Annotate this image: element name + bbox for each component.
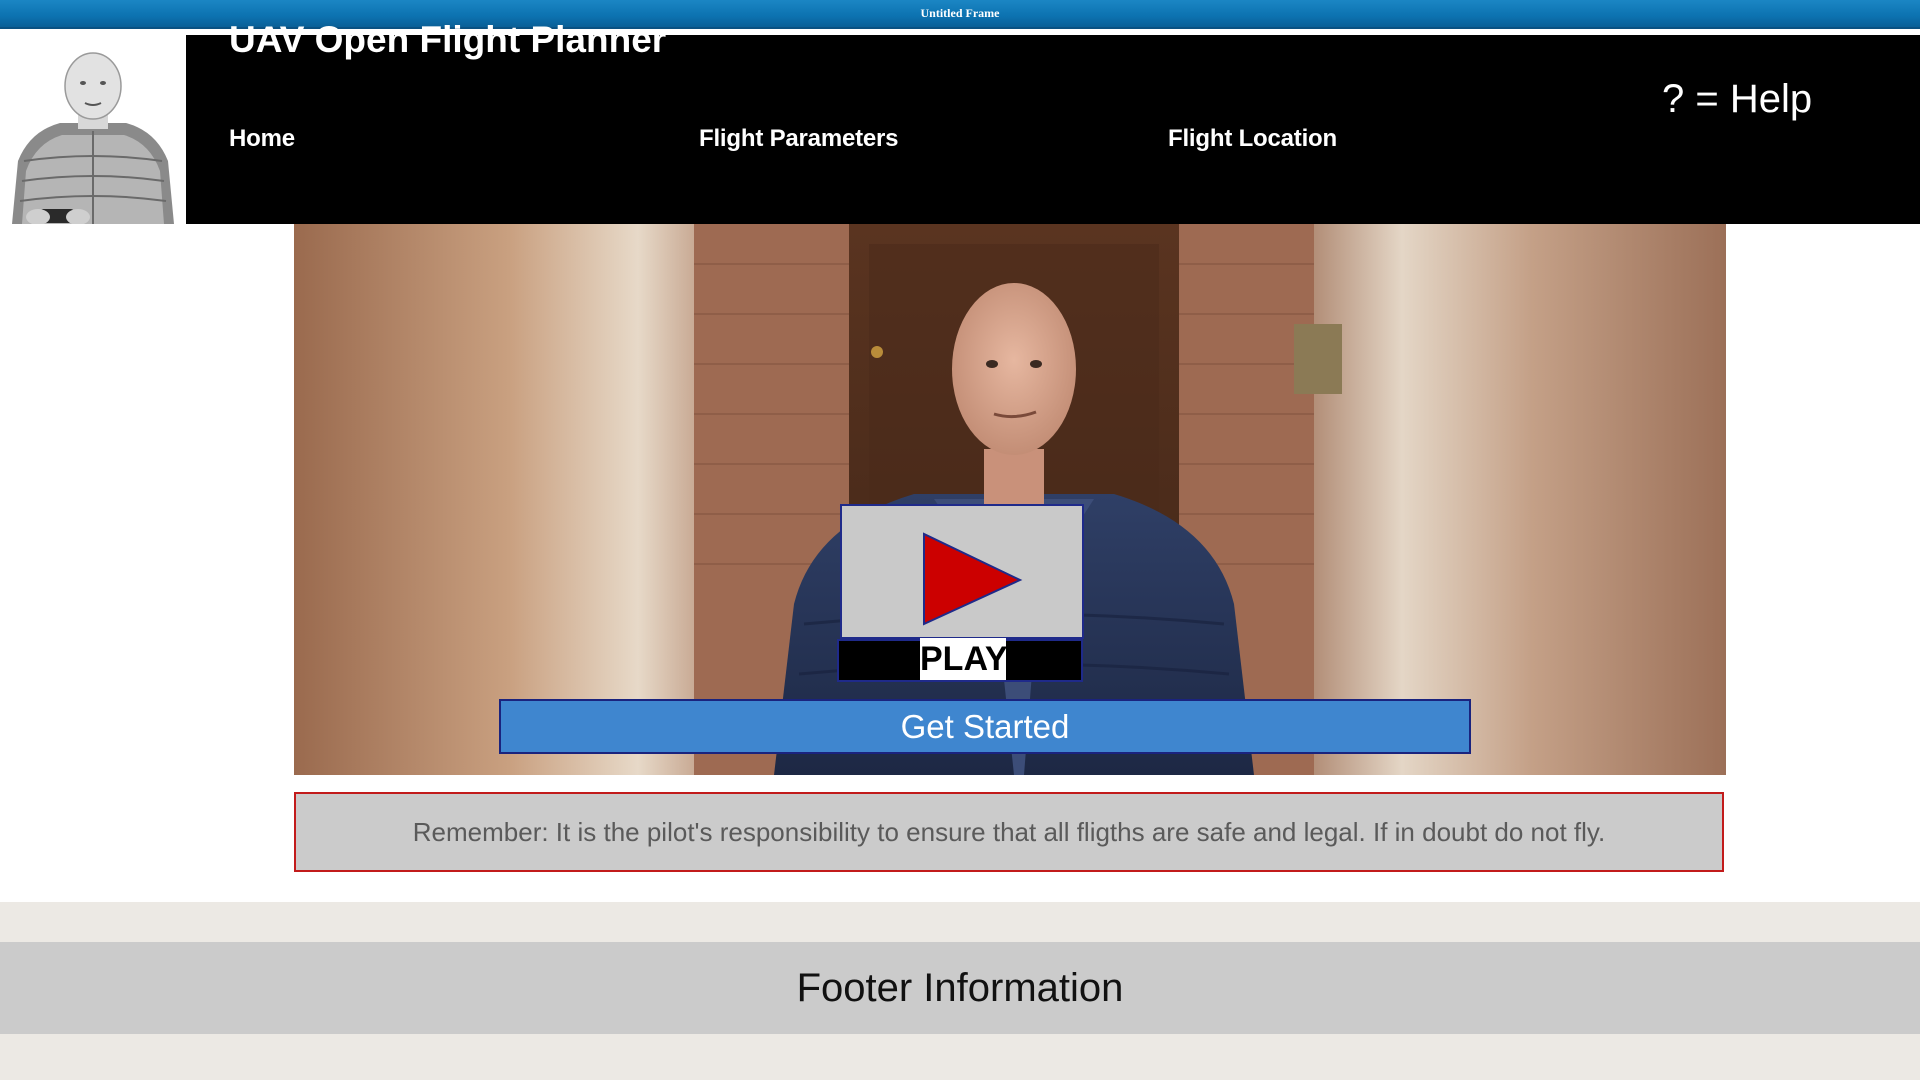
site-title: UAV Open Flight Planner bbox=[229, 19, 667, 60]
pilot-avatar-image bbox=[0, 31, 186, 224]
video-play-button[interactable]: PLAY bbox=[837, 504, 1084, 682]
footer-bottom-band bbox=[0, 1034, 1920, 1080]
footer-text: Footer Information bbox=[796, 965, 1124, 1010]
pilot-avatar bbox=[0, 31, 186, 224]
safety-notice: Remember: It is the pilot's responsibili… bbox=[294, 792, 1724, 872]
nav-home[interactable]: Home bbox=[229, 125, 295, 153]
footer-top-band bbox=[0, 902, 1920, 942]
help-link[interactable]: ? = Help bbox=[1662, 77, 1812, 122]
hero-photo bbox=[294, 224, 1726, 775]
nav-flight-location[interactable]: Flight Location bbox=[1168, 125, 1337, 153]
window-title: Untitled Frame bbox=[920, 6, 1000, 20]
get-started-button[interactable]: Get Started bbox=[499, 699, 1471, 754]
site-header bbox=[186, 35, 1920, 224]
play-label: PLAY bbox=[920, 638, 1008, 680]
play-screen bbox=[840, 504, 1084, 639]
nav-flight-parameters[interactable]: Flight Parameters bbox=[699, 125, 899, 153]
footer: Footer Information bbox=[0, 942, 1920, 1034]
play-triangle-icon bbox=[923, 532, 1023, 626]
hero-image bbox=[294, 224, 1726, 775]
